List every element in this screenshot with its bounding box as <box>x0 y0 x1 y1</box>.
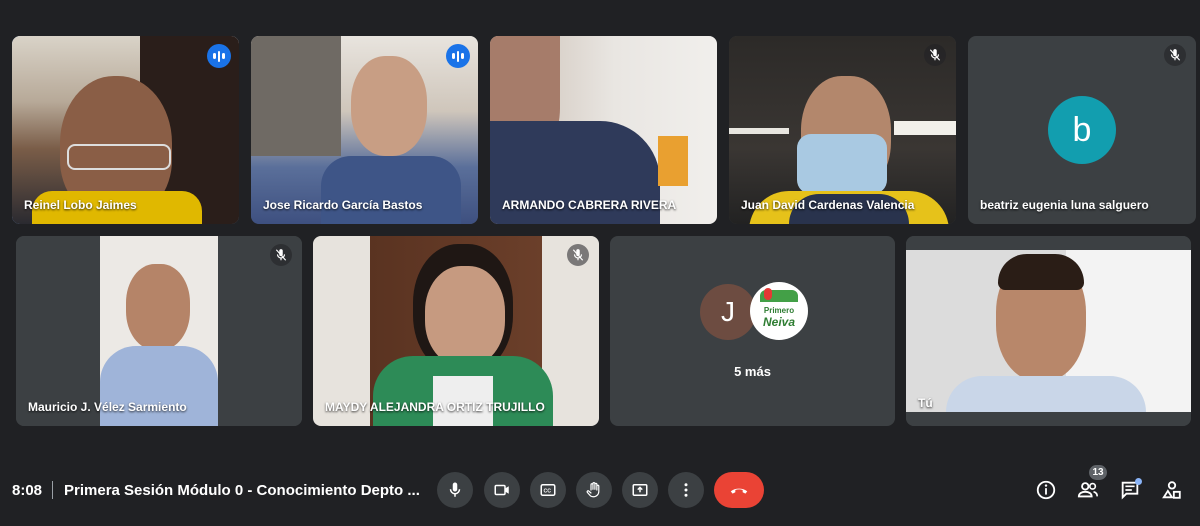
meeting-time: 8:08 <box>12 482 43 499</box>
chat-notification-dot <box>1135 478 1142 485</box>
participant-name: MAYDY ALEJANDRA ORTIZ TRUJILLO <box>325 400 545 414</box>
present-icon <box>632 484 648 496</box>
microphone-muted-icon <box>270 244 292 266</box>
microphone-button[interactable] <box>437 472 473 508</box>
participant-avatar: b <box>1048 96 1116 164</box>
participant-tile[interactable]: b beatriz eugenia luna salguero <box>968 36 1196 224</box>
captions-button[interactable]: CC <box>530 472 566 508</box>
self-tile[interactable]: Tú <box>906 236 1191 426</box>
primero-neiva-logo: Primero Neiva <box>750 282 808 340</box>
participant-name: Mauricio J. Vélez Sarmiento <box>28 400 187 414</box>
participant-video <box>313 236 599 426</box>
speaking-indicator-icon <box>207 44 231 68</box>
people-button[interactable] <box>1074 476 1102 504</box>
more-participants-label: 5 más <box>734 364 771 379</box>
more-participants-tile[interactable]: J Primero Neiva 5 más <box>610 236 895 426</box>
people-count-badge: 13 <box>1089 465 1107 480</box>
captions-icon: CC <box>540 484 556 496</box>
meeting-details-button[interactable] <box>1032 476 1060 504</box>
activities-button[interactable] <box>1158 476 1186 504</box>
participant-video <box>729 36 956 224</box>
self-video <box>906 236 1191 426</box>
camera-icon <box>494 484 509 496</box>
divider <box>52 481 53 499</box>
meeting-title: Primera Sesión Módulo 0 - Conocimiento D… <box>64 482 420 499</box>
participant-video <box>490 36 717 224</box>
raise-hand-icon <box>586 482 600 498</box>
participant-name: ARMANDO CABRERA RIVERA <box>502 198 677 212</box>
participant-video <box>12 36 239 224</box>
participant-name: Tú <box>918 396 933 410</box>
camera-button[interactable] <box>484 472 520 508</box>
participant-tile[interactable]: Juan David Cardenas Valencia <box>729 36 956 224</box>
activities-icon <box>1162 481 1181 499</box>
people-icon <box>1077 482 1098 498</box>
info-icon <box>1036 480 1056 500</box>
more-options-button[interactable] <box>668 472 704 508</box>
participant-tile[interactable]: MAYDY ALEJANDRA ORTIZ TRUJILLO <box>313 236 599 426</box>
participant-video <box>251 36 478 224</box>
microphone-icon <box>449 482 461 497</box>
participant-avatar: J <box>700 284 756 340</box>
more-options-icon <box>684 483 688 497</box>
participant-name: beatriz eugenia luna salguero <box>980 198 1149 212</box>
participant-name: Reinel Lobo Jaimes <box>24 198 137 212</box>
end-call-button[interactable] <box>714 472 764 508</box>
participant-name: Jose Ricardo García Bastos <box>263 198 423 212</box>
microphone-muted-icon <box>567 244 589 266</box>
present-button[interactable] <box>622 472 658 508</box>
microphone-muted-icon <box>924 44 946 66</box>
raise-hand-button[interactable] <box>576 472 612 508</box>
microphone-muted-icon <box>1164 44 1186 66</box>
svg-text:CC: CC <box>544 489 552 495</box>
participant-tile[interactable]: Reinel Lobo Jaimes <box>12 36 239 224</box>
speaking-indicator-icon <box>446 44 470 68</box>
participant-tile[interactable]: Jose Ricardo García Bastos <box>251 36 478 224</box>
participant-video <box>16 236 302 426</box>
end-call-icon <box>730 488 748 494</box>
participant-tile[interactable]: ARMANDO CABRERA RIVERA <box>490 36 717 224</box>
participant-name: Juan David Cardenas Valencia <box>741 198 915 212</box>
participant-tile[interactable]: Mauricio J. Vélez Sarmiento <box>16 236 302 426</box>
